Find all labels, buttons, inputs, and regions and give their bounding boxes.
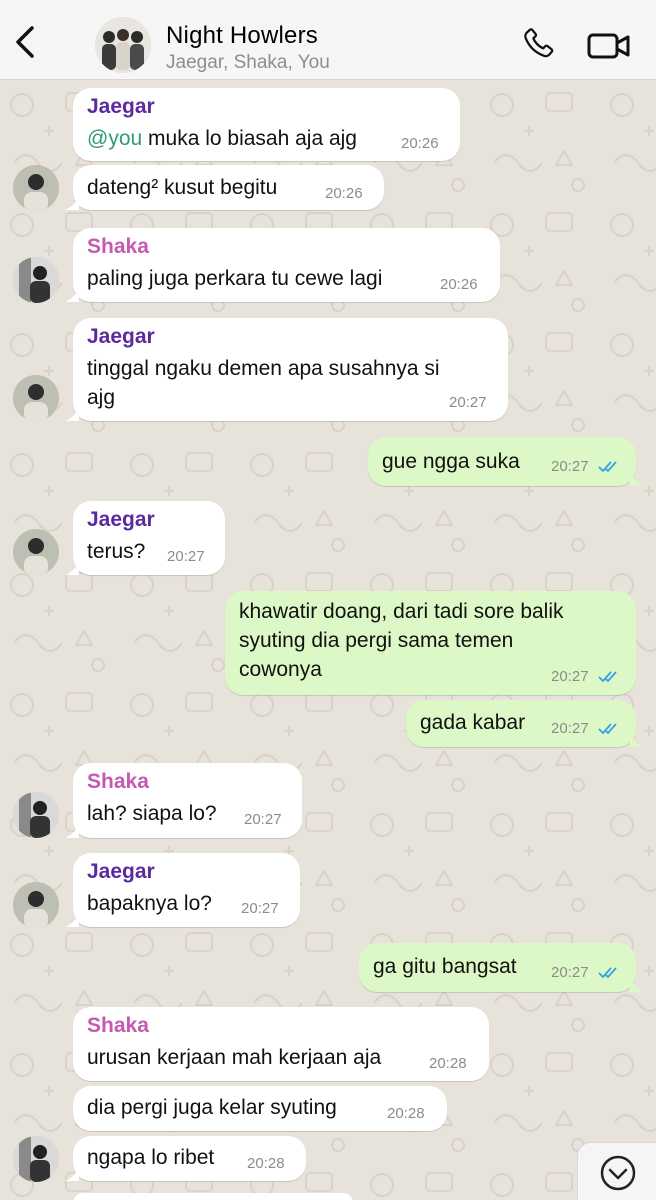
message-bubble[interactable]: Jaegar bapaknya lo? 20:27	[65, 853, 300, 927]
message-time: 20:26	[325, 185, 363, 202]
message-text: syuting dia pergi sama temen	[239, 629, 514, 652]
double-check-icon	[598, 671, 617, 683]
sender-name[interactable]: Jaegar	[87, 325, 155, 349]
chevron-down-icon	[600, 1155, 636, 1191]
message-bubble[interactable]: ga gitu bangsat 20:27	[359, 943, 644, 992]
message-bubble[interactable]: Shaka paling juga perkara tu cewe lagi 2…	[65, 228, 500, 302]
video-camera-icon	[587, 33, 630, 59]
message-bubble[interactable]: dateng² kusut begitu 20:26	[65, 165, 384, 210]
message-time: 20:28	[429, 1055, 467, 1072]
avatar[interactable]	[13, 792, 59, 838]
message-bubble[interactable]: gada kabar 20:27	[406, 700, 644, 747]
message-time: 20:27	[167, 548, 205, 565]
avatar[interactable]	[13, 165, 59, 211]
message-time: 20:27	[551, 668, 589, 685]
sender-name[interactable]: Shaka	[87, 770, 149, 794]
message-bubble[interactable]: gue ngga suka 20:27	[368, 437, 644, 486]
sender-name[interactable]: Shaka	[87, 1014, 149, 1038]
message-bubble[interactable]: Jaegar @you muka lo biasah aja ajg 20:26	[73, 88, 460, 161]
message-bubble[interactable]	[73, 1193, 353, 1200]
message-text: khawatir doang, dari tadi sore balik	[239, 600, 564, 623]
message-list[interactable]: Jaegar @you muka lo biasah aja ajg 20:26…	[0, 81, 656, 1200]
mention-link[interactable]: @you	[87, 127, 142, 150]
message-text: dateng² kusut begitu	[87, 176, 278, 199]
message-text: terus?	[87, 540, 146, 563]
message-time: 20:27	[551, 720, 589, 737]
avatar[interactable]	[13, 529, 59, 575]
message-text: tinggal ngaku demen apa susahnya si	[87, 357, 440, 380]
message-bubble[interactable]: Jaegar tinggal ngaku demen apa susahnya …	[65, 318, 508, 421]
scroll-to-bottom-button[interactable]	[577, 1142, 656, 1200]
double-check-icon	[598, 723, 617, 735]
message-bubble[interactable]: khawatir doang, dari tadi sore balik syu…	[225, 591, 636, 695]
message-text: dia pergi juga kelar syuting	[87, 1096, 337, 1119]
message-text: ngapa lo ribet	[87, 1146, 215, 1169]
message-time: 20:27	[244, 811, 282, 828]
chat-participants[interactable]: Jaegar, Shaka, You	[166, 52, 330, 74]
message-time: 20:26	[401, 135, 439, 152]
chat-header: Night Howlers Jaegar, Shaka, You	[0, 0, 656, 80]
chat-title[interactable]: Night Howlers	[166, 22, 318, 50]
message-time: 20:28	[247, 1155, 285, 1172]
message-text: ga gitu bangsat	[373, 955, 517, 978]
message-bubble[interactable]: ngapa lo ribet 20:28	[65, 1136, 306, 1181]
avatar[interactable]	[13, 882, 59, 928]
phone-icon	[524, 28, 554, 58]
message-text: cowonya	[239, 658, 322, 681]
avatar[interactable]	[13, 1136, 59, 1182]
double-check-icon	[598, 461, 617, 473]
sender-name[interactable]: Jaegar	[87, 508, 155, 532]
voice-call-button[interactable]	[520, 26, 556, 62]
message-text: @you muka lo biasah aja ajg	[87, 127, 357, 150]
message-text: ajg	[87, 386, 116, 409]
message-bubble[interactable]: Shaka urusan kerjaan mah kerjaan aja 20:…	[73, 1007, 489, 1081]
message-text: lah? siapa lo?	[87, 802, 217, 825]
group-avatar[interactable]	[95, 17, 151, 73]
sender-name[interactable]: Jaegar	[87, 95, 155, 119]
message-text: urusan kerjaan mah kerjaan aja	[87, 1046, 382, 1069]
message-bubble[interactable]: Shaka lah? siapa lo? 20:27	[65, 763, 302, 838]
message-bubble[interactable]: Jaegar terus? 20:27	[65, 501, 225, 575]
message-bubble[interactable]: dia pergi juga kelar syuting 20:28	[73, 1086, 447, 1131]
message-time: 20:26	[440, 276, 478, 293]
message-time: 20:27	[241, 900, 279, 917]
sender-name[interactable]: Shaka	[87, 235, 149, 259]
chevron-left-icon	[16, 26, 34, 58]
double-check-icon	[598, 967, 617, 979]
message-time: 20:27	[551, 964, 589, 981]
avatar[interactable]	[13, 375, 59, 421]
message-time: 20:28	[387, 1105, 425, 1122]
message-text: gue ngga suka	[382, 450, 520, 473]
video-call-button[interactable]	[586, 28, 632, 64]
back-button[interactable]	[8, 22, 44, 62]
sender-name[interactable]: Jaegar	[87, 860, 155, 884]
message-time: 20:27	[551, 458, 589, 475]
message-text: gada kabar	[420, 711, 526, 734]
message-time: 20:27	[449, 394, 487, 411]
avatar[interactable]	[13, 257, 59, 303]
message-text: paling juga perkara tu cewe lagi	[87, 267, 383, 290]
message-text: bapaknya lo?	[87, 892, 212, 915]
